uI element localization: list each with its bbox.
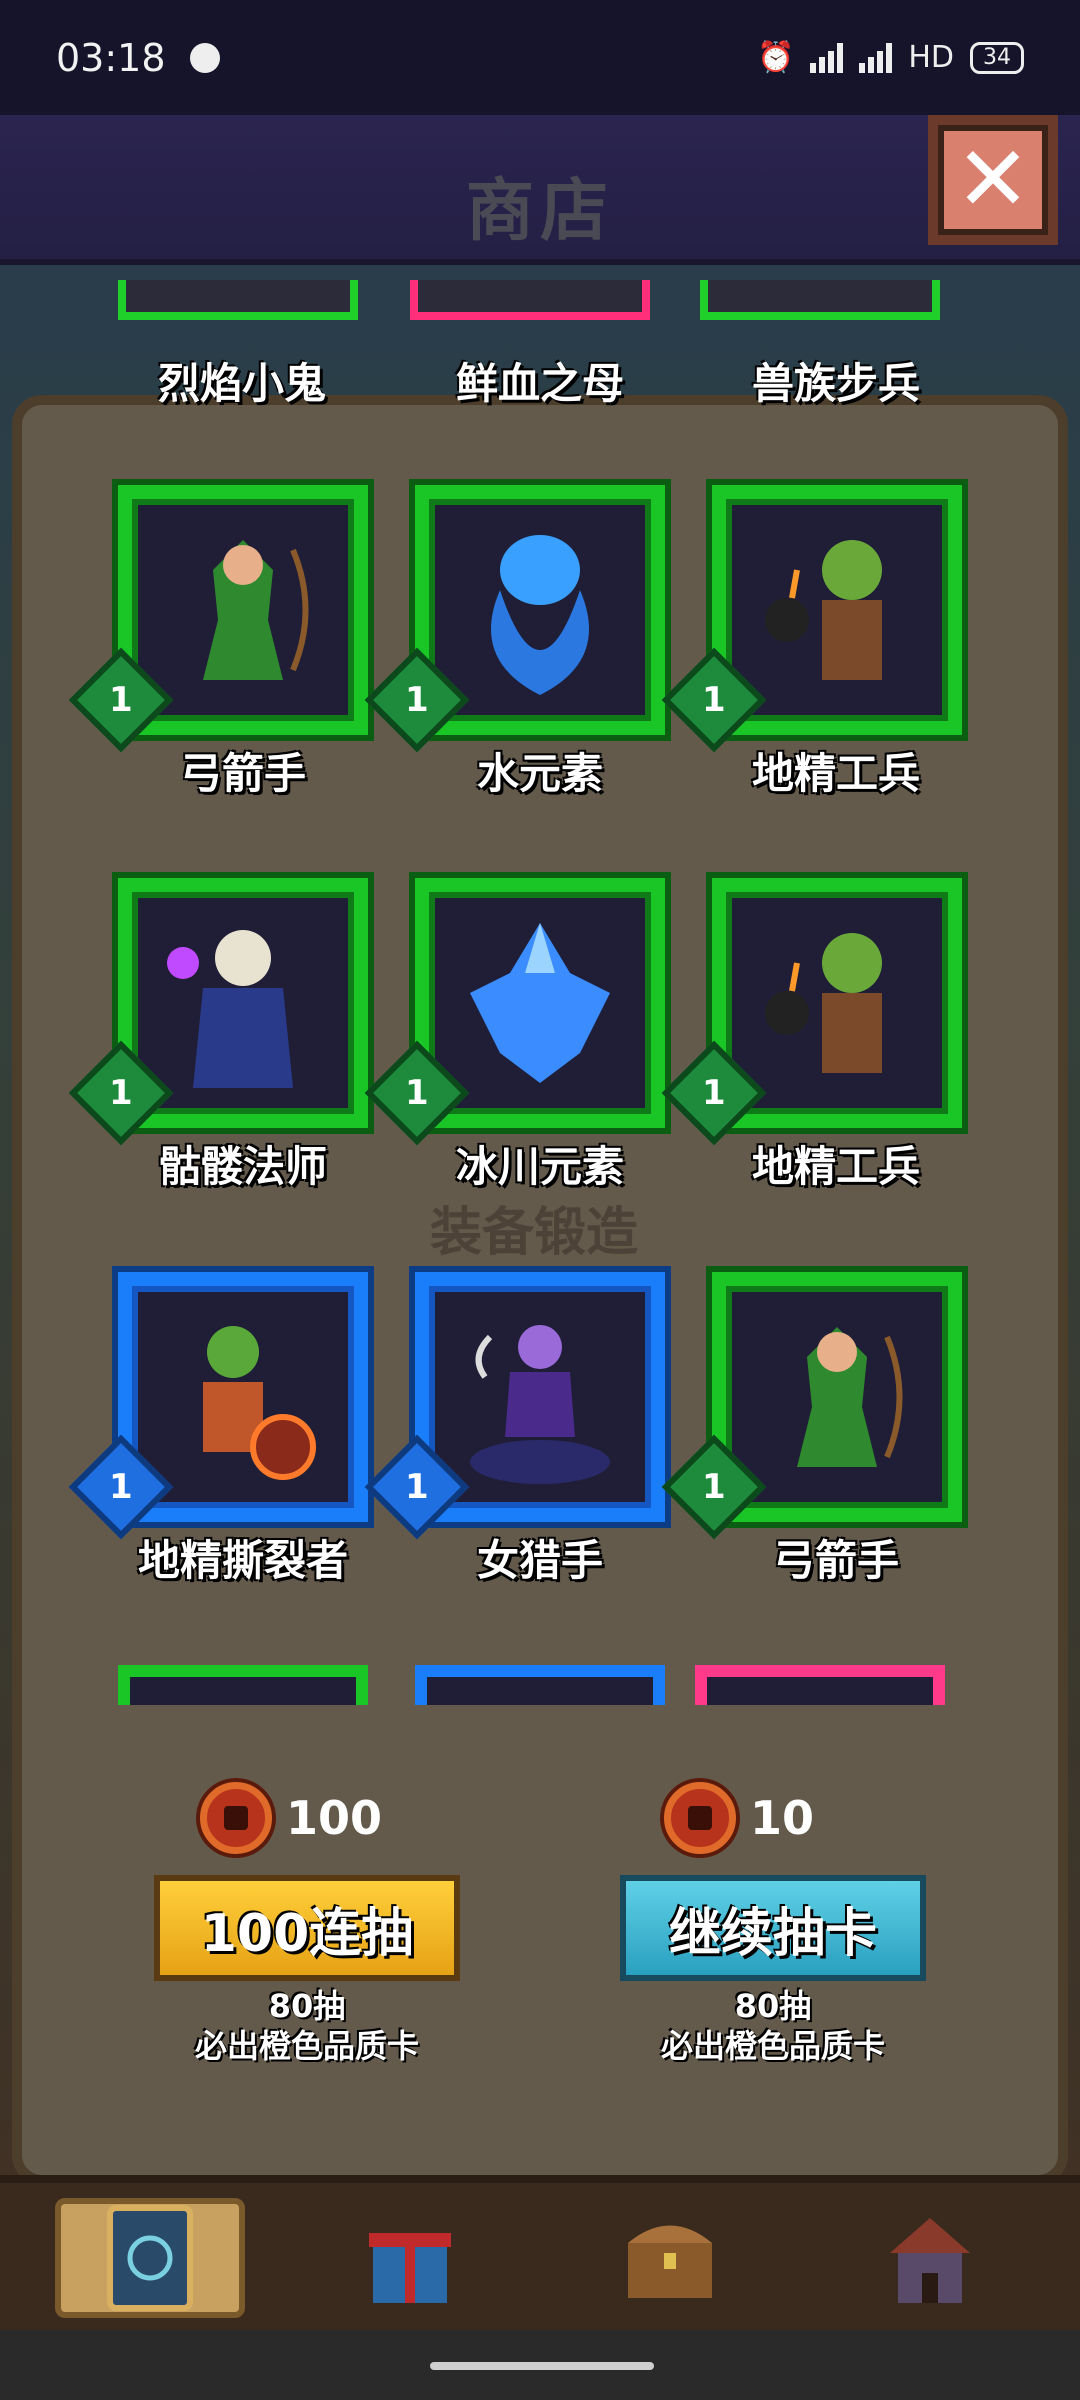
archer-icon	[142, 509, 344, 711]
archer-icon	[736, 1296, 938, 1498]
card-name: 女猎手	[476, 1536, 603, 1585]
top-card-stub-3	[700, 280, 940, 320]
goblin-sapper-icon	[736, 902, 938, 1104]
ice-elemental-icon	[439, 902, 641, 1104]
status-icons: ⏰ HD 34	[757, 40, 1024, 75]
page-title: 商店	[465, 172, 614, 251]
status-bar: 03:18 ⏰ HD 34	[0, 0, 1080, 115]
hero-card-partial[interactable]	[118, 1665, 368, 1705]
top-card-stub-1	[118, 280, 358, 320]
card-name: 弓箭手	[179, 749, 306, 798]
signal-icon-2	[859, 42, 893, 73]
card-name: 水元素	[476, 749, 603, 798]
top-card-name-2: 鲜血之母	[455, 359, 624, 408]
close-button[interactable]: ✕	[928, 115, 1058, 245]
card-name: 骷髅法师	[158, 1142, 327, 1191]
notification-dot-icon	[189, 42, 220, 73]
cost-value: 10	[750, 1791, 815, 1845]
signal-icon	[810, 42, 844, 73]
goblin-shredder-icon	[142, 1296, 344, 1498]
draw-100-button[interactable]: 100连抽	[154, 1875, 460, 1981]
system-home-bar	[0, 2330, 1080, 2400]
summon-token-icon	[200, 1782, 272, 1854]
card-name: 地精撕裂者	[137, 1536, 348, 1585]
top-card-name-3: 兽族步兵	[751, 359, 920, 408]
card-name: 弓箭手	[772, 1536, 899, 1585]
gift-box-icon	[369, 2233, 451, 2303]
card-deck-icon	[107, 2205, 193, 2311]
battery-level: 34	[983, 44, 1011, 70]
pity-guarantee: 必出橙色品质卡	[660, 2027, 885, 2065]
nav-chest[interactable]	[575, 2198, 765, 2318]
tavern-building-icon	[890, 2218, 970, 2303]
top-row-partial: 烈焰小鬼 鲜血之母 兽族步兵	[0, 280, 1080, 410]
treasure-chest-icon	[628, 2225, 712, 2298]
top-card-name-1: 烈焰小鬼	[157, 359, 326, 408]
continue-draw-button[interactable]: 继续抽卡	[620, 1875, 926, 1981]
nav-cards[interactable]	[55, 2198, 245, 2318]
hero-card-partial[interactable]	[415, 1665, 665, 1705]
pity-count: 80抽	[734, 1987, 812, 2025]
goblin-sapper-icon	[736, 509, 938, 711]
shop-header: 商店 ✕	[0, 115, 1080, 265]
card-name: 地精工兵	[751, 749, 920, 798]
nav-tavern[interactable]	[835, 2198, 1025, 2318]
pity-info-right: 80抽 必出橙色品质卡	[603, 1986, 943, 2066]
skeleton-mage-icon	[142, 902, 344, 1104]
alarm-icon: ⏰	[756, 40, 795, 75]
home-indicator[interactable]	[430, 2362, 654, 2370]
summon-token-icon	[664, 1782, 736, 1854]
water-elemental-icon	[439, 509, 641, 711]
hd-label: HD	[908, 40, 954, 75]
bottom-nav	[0, 2175, 1080, 2330]
pity-info-left: 80抽 必出橙色品质卡	[137, 1986, 477, 2066]
hero-card-partial[interactable]	[695, 1665, 945, 1705]
top-card-stub-2	[410, 280, 650, 320]
draw-cost-right: 10	[664, 1782, 814, 1854]
huntress-icon	[439, 1296, 641, 1498]
card-name: 冰川元素	[455, 1142, 624, 1191]
status-time: 03:18	[56, 36, 220, 80]
draw-cost-left: 100	[200, 1782, 382, 1854]
close-x-icon: ✕	[955, 127, 1031, 232]
cost-value: 100	[286, 1791, 383, 1845]
card-name: 地精工兵	[751, 1142, 920, 1191]
battery-icon: 34	[970, 41, 1024, 74]
nav-gift[interactable]	[315, 2198, 505, 2318]
pity-count: 80抽	[268, 1987, 346, 2025]
clock-text: 03:18	[56, 35, 166, 80]
pity-guarantee: 必出橙色品质卡	[194, 2027, 419, 2065]
